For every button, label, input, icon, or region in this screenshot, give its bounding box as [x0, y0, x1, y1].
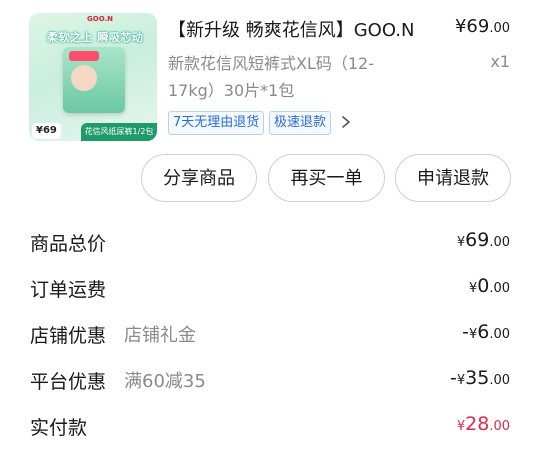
summary-row-platform-discount[interactable]: 平台优惠 满60减35 -¥35.00 [30, 367, 510, 397]
value-decimal: .00 [489, 235, 510, 250]
summary-label: 平台优惠 [30, 371, 107, 393]
summary-value: -¥35.00 [450, 367, 510, 389]
rebuy-button[interactable]: 再买一单 [268, 154, 385, 202]
price-integer: 69 [466, 16, 490, 37]
summary-label: 实付款 [30, 417, 88, 439]
value-currency: ¥ [468, 327, 478, 342]
product-image[interactable]: GOO.N 柔软之上 瞬吸芯动 ¥69 花信风纸尿裤1/2包 [29, 13, 157, 141]
summary-label: 订单运费 [30, 279, 107, 301]
value-currency: ¥ [456, 235, 466, 250]
value-integer: 0 [477, 275, 490, 297]
summary-value: ¥28.00 [457, 413, 510, 435]
image-slogan: 柔软之上 瞬吸芯动 [47, 31, 144, 44]
summary-row-total: 商品总价 ¥69.00 [30, 229, 510, 259]
tag-fast-refund[interactable]: 极速退款 [269, 111, 332, 135]
price-currency: ¥ [454, 16, 467, 37]
value-integer: 35 [465, 367, 490, 389]
value-integer: 69 [465, 229, 490, 251]
summary-row-store-discount[interactable]: 店铺优惠 店铺礼金 -¥6.00 [30, 321, 510, 351]
value-decimal: .00 [489, 419, 510, 434]
value-decimal: .00 [489, 373, 510, 388]
summary-value: ¥0.00 [469, 275, 510, 297]
product-sku: 新款花信风短裤式XL码（12-17kg）30片*1包 [168, 54, 375, 100]
product-price: ¥69.00 [455, 16, 510, 37]
value-decimal: .00 [489, 281, 510, 296]
brand-logo: GOO.N [87, 15, 114, 23]
summary-label: 店铺优惠 [30, 325, 107, 347]
diaper-pack-illustration [63, 47, 125, 113]
value-currency: ¥ [456, 373, 466, 388]
value-sign: - [449, 367, 457, 389]
summary-value: -¥6.00 [462, 321, 510, 343]
summary-row-shipping: 订单运费 ¥0.00 [30, 275, 510, 305]
share-product-button[interactable]: 分享商品 [141, 154, 257, 202]
product-quantity: x1 [490, 52, 510, 71]
product-title[interactable]: 【新升级 畅爽花信风】GOO.N [168, 16, 418, 42]
image-caption: 花信风纸尿裤1/2包 [81, 123, 157, 141]
value-currency: ¥ [468, 281, 478, 296]
value-sign: - [462, 321, 469, 343]
chevron-right-icon[interactable] [340, 112, 352, 132]
price-decimal: .00 [489, 21, 510, 36]
summary-value: ¥69.00 [457, 229, 510, 251]
value-currency: ¥ [456, 419, 466, 434]
value-decimal: .00 [489, 327, 510, 342]
summary-label: 商品总价 [30, 233, 107, 255]
value-integer: 6 [477, 321, 490, 343]
summary-desc: 满60减35 [124, 371, 206, 392]
tag-7day-return[interactable]: 7天无理由退货 [168, 111, 265, 135]
summary-row-amount-paid: 实付款 ¥28.00 [30, 413, 510, 443]
summary-desc: 店铺礼金 [124, 325, 196, 346]
request-refund-button[interactable]: 申请退款 [395, 154, 511, 202]
value-integer: 28 [465, 413, 490, 435]
image-price-tag: ¥69 [32, 123, 61, 139]
